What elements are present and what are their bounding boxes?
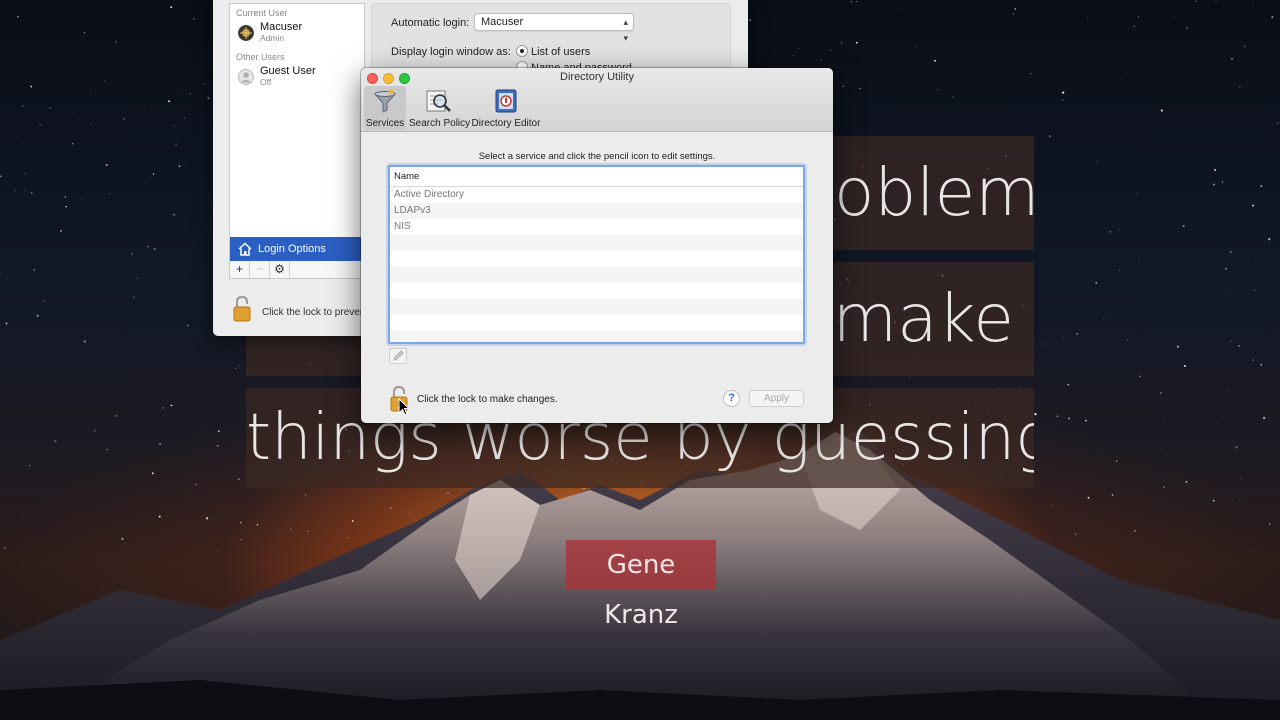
guest-avatar-icon xyxy=(238,69,254,85)
admin-avatar-icon xyxy=(238,25,254,41)
user-name: Macuser xyxy=(260,21,303,33)
user-role: Admin xyxy=(260,33,285,43)
help-button[interactable]: ? xyxy=(723,390,740,407)
display-login-label: Display login window as: xyxy=(391,46,511,58)
search-policy-icon xyxy=(426,90,451,112)
column-header-name[interactable]: Name xyxy=(390,167,803,187)
other-users-heading: Other Users xyxy=(236,52,285,62)
services-icon xyxy=(373,89,397,113)
instruction-text: Select a service and click the pencil ic… xyxy=(478,151,716,162)
user-list[interactable]: Current User Macuser Admin Other Users G… xyxy=(229,3,365,261)
quote-line-1: oblem, xyxy=(830,136,1034,250)
lock-hint-text: Click the lock to make changes. xyxy=(417,394,558,405)
gear-icon[interactable]: ⚙ xyxy=(270,261,290,278)
table-row[interactable]: LDAPv3 xyxy=(390,203,803,219)
services-table[interactable]: Name Active Directory LDAPv3 NIS xyxy=(388,165,805,344)
user-row-guest[interactable]: Guest User Off xyxy=(230,62,364,96)
toolbar-directory-editor[interactable]: Directory Editor xyxy=(471,86,541,129)
automatic-login-select[interactable]: Macuser ▴ ▾ xyxy=(474,13,634,43)
toolbar-directory-editor-label: Directory Editor xyxy=(471,118,541,129)
add-user-button[interactable]: + xyxy=(230,261,250,278)
toolbar-search-policy-label: Search Policy xyxy=(409,118,471,129)
table-row-empty xyxy=(390,251,803,267)
directory-utility-window[interactable]: Directory Utility Services Search Policy xyxy=(361,68,833,423)
house-icon xyxy=(238,242,252,256)
quote-author: Gene Kranz xyxy=(566,540,716,630)
radio-list-of-users[interactable] xyxy=(516,45,528,57)
lock-open-icon[interactable] xyxy=(232,296,252,322)
directory-editor-icon xyxy=(495,89,517,113)
table-row-empty xyxy=(390,299,803,315)
mouse-cursor-icon xyxy=(398,398,410,416)
list-toolbar: + − ⚙ xyxy=(229,261,365,279)
toolbar-services[interactable]: Services xyxy=(364,86,406,130)
toolbar-services-label: Services xyxy=(365,118,405,129)
edit-pencil-button[interactable] xyxy=(389,348,407,364)
login-options-item[interactable]: Login Options xyxy=(230,237,364,261)
automatic-login-label: Automatic login: xyxy=(391,17,470,29)
table-row-empty xyxy=(390,283,803,299)
user-name: Guest User xyxy=(260,65,316,77)
remove-user-button[interactable]: − xyxy=(250,261,270,278)
title-bar[interactable]: Directory Utility Services Search Policy xyxy=(361,68,833,132)
table-row-empty xyxy=(390,315,803,331)
table-row-empty xyxy=(390,235,803,251)
login-options-label: Login Options xyxy=(258,243,326,255)
window-title: Directory Utility xyxy=(560,71,634,83)
table-row-empty xyxy=(390,331,803,342)
lock-hint-text: Click the lock to preven xyxy=(262,307,366,318)
toolbar-search-policy[interactable]: Search Policy xyxy=(409,86,471,129)
stepper-arrows-icon: ▴ ▾ xyxy=(623,17,628,43)
current-user-heading: Current User xyxy=(236,8,288,18)
table-row-empty xyxy=(390,267,803,283)
apply-button[interactable]: Apply xyxy=(749,390,804,407)
table-row[interactable]: Active Directory xyxy=(390,187,803,203)
table-row[interactable]: NIS xyxy=(390,219,803,235)
user-role: Off xyxy=(260,77,272,87)
automatic-login-value: Macuser xyxy=(481,16,524,28)
pencil-icon xyxy=(393,350,404,361)
user-row-macuser[interactable]: Macuser Admin xyxy=(230,18,364,52)
radio-list-of-users-label: List of users xyxy=(531,46,591,58)
